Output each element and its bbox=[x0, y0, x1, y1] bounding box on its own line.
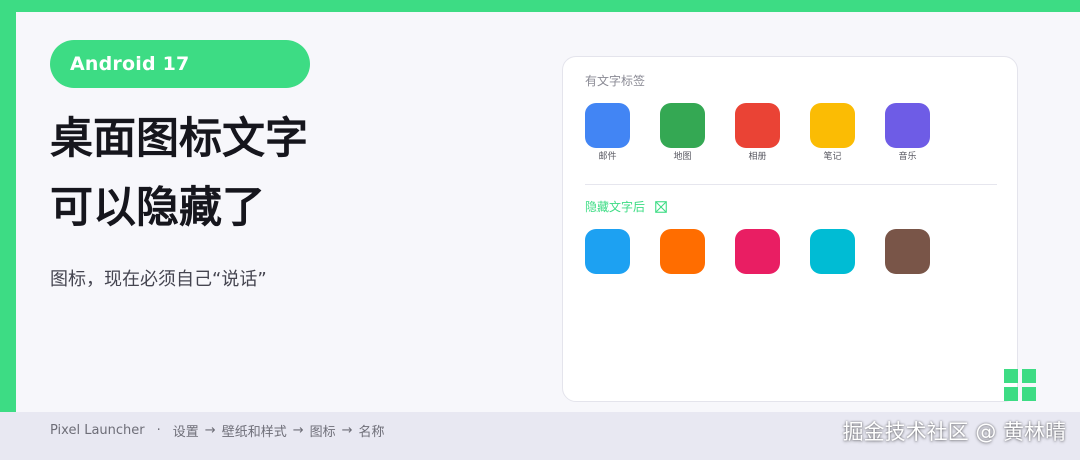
version-badge: Android 17 bbox=[50, 40, 310, 88]
launcher-preview-card: 有文字标签 邮件 地图 相册 笔记 音乐 隐藏文字后 bbox=[562, 56, 1018, 402]
breadcrumb-step: 设置 bbox=[172, 424, 199, 440]
app-label: 音乐 bbox=[898, 152, 917, 162]
footer-bar: Pixel Launcher · 设置 → 壁纸和样式 → 图标 → 名称 掘金… bbox=[0, 412, 1080, 460]
app-icon[interactable] bbox=[660, 229, 705, 274]
grid-square bbox=[1004, 387, 1018, 401]
app-tile[interactable] bbox=[885, 229, 930, 274]
breadcrumb-arrow: → bbox=[204, 422, 216, 438]
section-title-without-labels: 隐藏文字后 bbox=[585, 199, 667, 215]
breadcrumb-arrow: → bbox=[341, 422, 353, 438]
grid-square bbox=[1022, 369, 1036, 383]
subtitle: 图标，现在必须自己“说话” bbox=[50, 269, 267, 290]
headline-line-2: 可以隐藏了 bbox=[50, 183, 265, 233]
app-label: 地图 bbox=[673, 152, 692, 162]
breadcrumb-app: Pixel Launcher bbox=[50, 422, 145, 438]
grid-square bbox=[1022, 387, 1036, 401]
top-accent-bar bbox=[0, 0, 1080, 12]
section-title-text: 隐藏文字后 bbox=[585, 200, 646, 214]
section-divider bbox=[585, 184, 997, 185]
app-icon[interactable] bbox=[885, 229, 930, 274]
app-icon[interactable] bbox=[735, 103, 780, 148]
app-label: 相册 bbox=[748, 152, 767, 162]
watermark: 掘金技术社区 @ 黄林晴 bbox=[842, 420, 1066, 444]
app-tile[interactable]: 音乐 bbox=[885, 103, 930, 163]
app-label: 邮件 bbox=[598, 152, 617, 162]
app-tile[interactable] bbox=[660, 229, 705, 274]
app-label: 笔记 bbox=[823, 152, 842, 162]
app-icon[interactable] bbox=[585, 103, 630, 148]
section-title-with-labels: 有文字标签 bbox=[585, 74, 646, 88]
left-accent-bar bbox=[0, 0, 16, 412]
breadcrumb-step: 壁纸和样式 bbox=[221, 424, 287, 440]
app-icon[interactable] bbox=[660, 103, 705, 148]
version-badge-label: Android 17 bbox=[70, 53, 190, 75]
breadcrumb-separator: · bbox=[156, 422, 161, 438]
breadcrumb-step: 名称 bbox=[358, 424, 385, 440]
icon-row-with-labels: 邮件 地图 相册 笔记 音乐 bbox=[585, 103, 930, 163]
grid-square bbox=[1004, 369, 1018, 383]
app-icon[interactable] bbox=[585, 229, 630, 274]
grid-icon bbox=[1004, 369, 1036, 401]
app-tile[interactable] bbox=[585, 229, 630, 274]
app-tile[interactable]: 地图 bbox=[660, 103, 705, 163]
app-tile[interactable] bbox=[735, 229, 780, 274]
breadcrumb-step: 图标 bbox=[309, 424, 336, 440]
app-tile[interactable]: 邮件 bbox=[585, 103, 630, 163]
icon-row-without-labels bbox=[585, 229, 930, 274]
settings-path-breadcrumb: Pixel Launcher · 设置 → 壁纸和样式 → 图标 → 名称 bbox=[50, 412, 385, 448]
app-icon[interactable] bbox=[810, 103, 855, 148]
app-tile[interactable] bbox=[810, 229, 855, 274]
headline-line-1: 桌面图标文字 bbox=[50, 114, 308, 164]
app-icon[interactable] bbox=[810, 229, 855, 274]
hidden-text-icon bbox=[655, 201, 667, 213]
app-tile[interactable]: 相册 bbox=[735, 103, 780, 163]
app-icon[interactable] bbox=[885, 103, 930, 148]
app-tile[interactable]: 笔记 bbox=[810, 103, 855, 163]
app-icon[interactable] bbox=[735, 229, 780, 274]
breadcrumb-arrow: → bbox=[292, 422, 304, 438]
